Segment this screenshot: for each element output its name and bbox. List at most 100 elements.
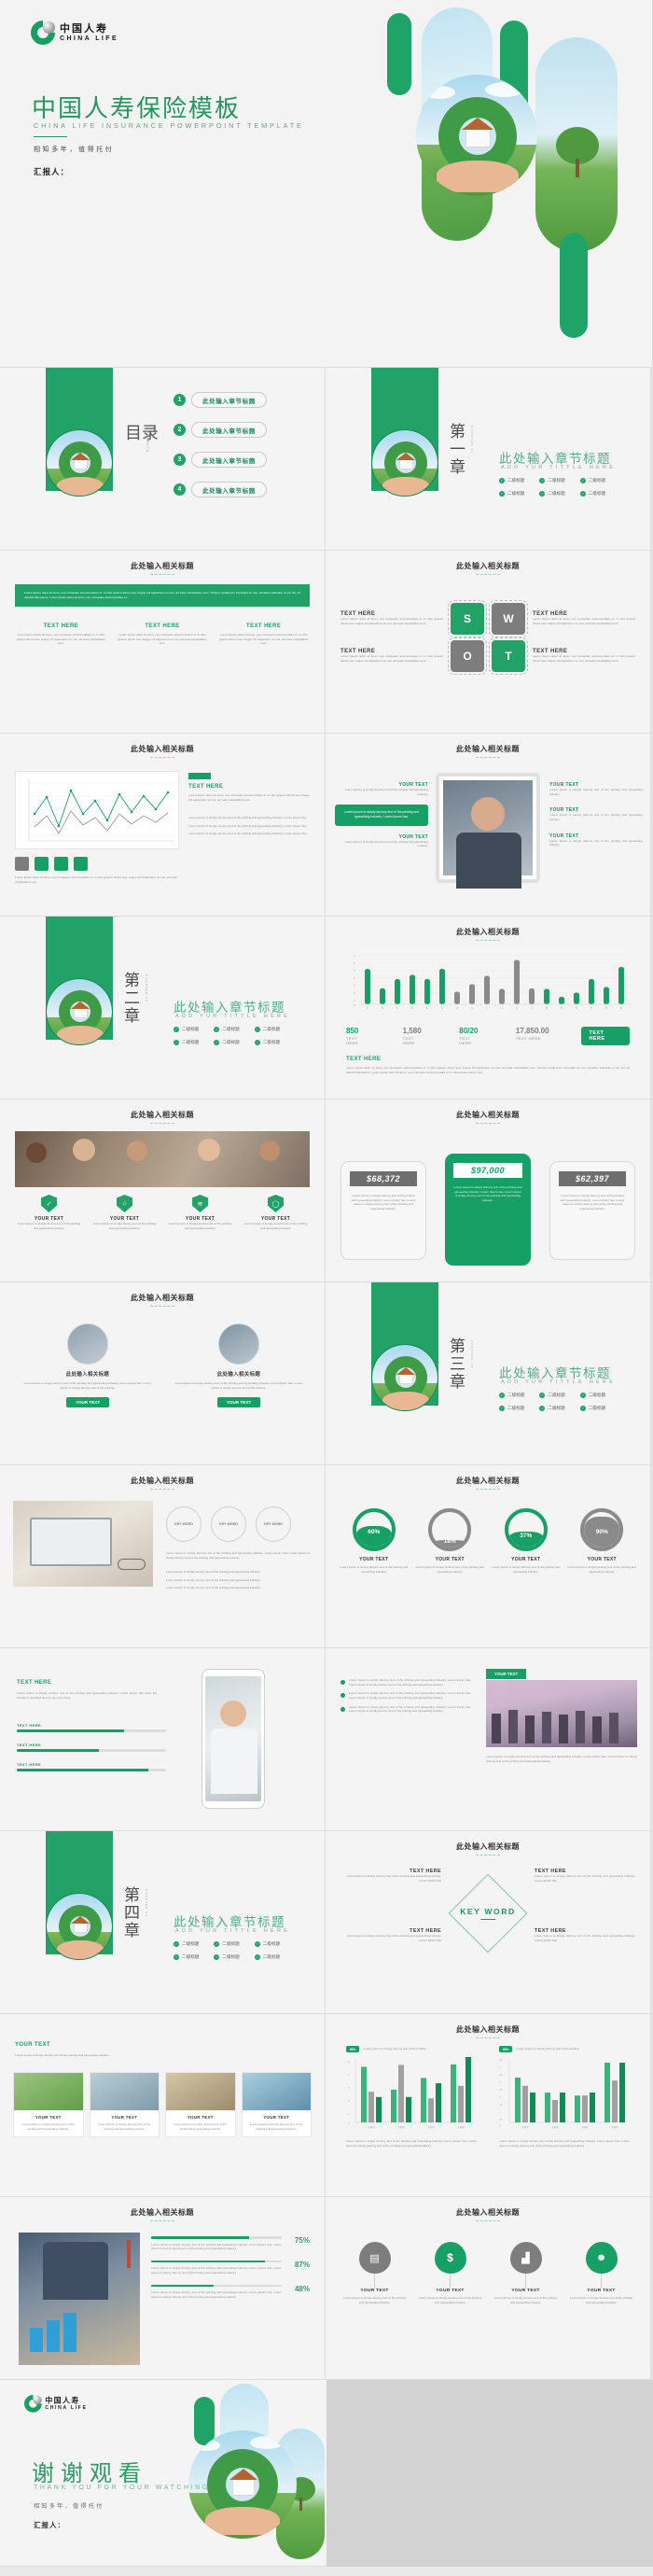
icon-pin-item[interactable]: ▟ YOUR TEXT Lorem Ipsum is simply dummy … xyxy=(492,2242,560,2304)
pricing-card-2-featured[interactable]: $97,000 Lorem Ipsum is simply dummy text… xyxy=(445,1154,531,1266)
percent-item[interactable]: 60% YOUR TEXT Lorem Ipsum is simply dumm… xyxy=(339,1508,410,1574)
circle-card-2[interactable]: 此处输入相关标题 Lorem Ipsum is simply dummy tex… xyxy=(174,1323,304,1408)
slide-cover[interactable]: 中国人寿 CHINA LIFE 中国人寿保险模板 CHINA LIFE INSU… xyxy=(0,0,653,368)
keyword-badge[interactable]: KEY WORD xyxy=(211,1506,246,1542)
chapter-tag[interactable]: ✓ 二级标题 xyxy=(539,478,565,483)
slide-keyword-diamond[interactable]: 此处输入相关标题 KEY WORD TEXT HERE Lorem Ipsum … xyxy=(326,1831,651,2014)
quadrant-top-right[interactable]: TEXT HERE Lorem Ipsum is simply dummy te… xyxy=(535,1869,635,1883)
column-item[interactable]: TEXT HERE Lorem ipsum dolor sit amet, eo… xyxy=(217,623,310,646)
icon-pin-item[interactable]: ☻ YOUR TEXT Lorem Ipsum is simply dummy … xyxy=(567,2242,635,2304)
chapter-tag[interactable]: ✓ 二级标题 xyxy=(579,491,605,497)
slide-chapter-4[interactable]: 第 四 章 CHAPTER 04 此处输入章节标题 ADD YUR TITTLE… xyxy=(0,1831,326,2014)
slide-table-of-contents[interactable]: 目录 CONTENTS 1 此处输入章节标题 2 此处输入章节标题 3 此处输入… xyxy=(0,368,326,551)
keyword-badge[interactable]: KEY WORD xyxy=(166,1506,201,1542)
slide-two-circles[interactable]: 此处输入相关标题 此处输入相关标题 Lorem Ipsum is simply … xyxy=(0,1282,326,1465)
tablet-left-item[interactable]: YOUR TEXT Lorem Ipsum is simply dummy te… xyxy=(335,834,428,848)
chapter-tag[interactable]: ✓ 二级标题 xyxy=(214,1954,240,1960)
swot-box-t[interactable]: T xyxy=(489,637,528,675)
target-icon[interactable] xyxy=(74,857,88,871)
slide-icon-pins[interactable]: 此处输入相关标题 ▤ YOUR TEXT Lorem Ipsum is simp… xyxy=(326,2197,651,2380)
chapter-tag[interactable]: ✓ 二级标题 xyxy=(214,1040,240,1045)
tablet-left-item[interactable]: YOUR TEXT Lorem Ipsum is simply dummy te… xyxy=(335,782,428,796)
globe-icon[interactable] xyxy=(54,857,68,871)
pricing-card-1[interactable]: $68,372 Lorem Ipsum is simply dummy text… xyxy=(340,1161,426,1260)
slide-four-cards[interactable]: YOUR TEXT Lorem Ipsum is simply dummy te… xyxy=(0,2014,326,2197)
toc-item-label[interactable]: 此处输入章节标题 xyxy=(191,452,267,468)
slide-tablet[interactable]: 此处输入相关标题 YOUR TEXT Lorem Ipsum is simply… xyxy=(326,734,651,917)
percent-item[interactable]: 18% YOUR TEXT Lorem Ipsum is simply dumm… xyxy=(415,1508,486,1574)
shield-item[interactable]: ≋ YOUR TEXT Lorem Ipsum is simply dummy … xyxy=(166,1195,234,1230)
slide-chapter-2[interactable]: 第 二 章 CHAPTER 02 此处输入章节标题 ADD YUR TITTLE… xyxy=(0,917,326,1099)
chapter-tag[interactable]: ✓ 二级标题 xyxy=(174,1027,199,1032)
slide-thank-you[interactable]: 中国人寿 CHINA LIFE 谢谢观看 THANK YOU FOR YOUR … xyxy=(0,2380,326,2567)
column-item[interactable]: TEXT HERE Lorem ipsum dolor sit amet, eo… xyxy=(117,623,209,646)
progress-row[interactable]: Lorem Ipsum is simply dummy text of the … xyxy=(151,2284,310,2300)
chapter-tag[interactable]: ✓ 二级标题 xyxy=(214,1941,240,1947)
toc-item-3[interactable]: 3 此处输入章节标题 xyxy=(174,452,267,468)
photo-card[interactable]: YOUR TEXT Lorem Ipsum is simply dummy te… xyxy=(165,2072,236,2138)
chapter-tag[interactable]: ✓ 二级标题 xyxy=(254,1941,280,1947)
slide-phone[interactable]: TEXT HERE Lorem Ipsum is simply dummy te… xyxy=(0,1648,326,1831)
slide-percent-circles[interactable]: 此处输入相关标题 60% YOUR TEXT Lorem Ipsum is si… xyxy=(326,1465,651,1648)
circle-button[interactable]: YOUR TEXT xyxy=(216,1397,261,1408)
chapter-tag[interactable]: ✓ 二级标题 xyxy=(499,491,524,497)
chapter-tag[interactable]: ✓ 二级标题 xyxy=(174,1941,199,1947)
slide-desk-keywords[interactable]: 此处输入相关标题 KEY WORD KEY WORD KEY WORD Lore… xyxy=(0,1465,326,1648)
toc-item-2[interactable]: 2 此处输入章节标题 xyxy=(174,422,267,438)
chapter-tag[interactable]: ✓ 二级标题 xyxy=(174,1954,199,1960)
toc-item-label[interactable]: 此处输入章节标题 xyxy=(191,422,267,438)
swot-box-w[interactable]: W xyxy=(489,600,528,637)
progress-row[interactable]: Lorem Ipsum is simply dummy text of the … xyxy=(151,2260,310,2275)
chapter-tag[interactable]: ✓ 二级标题 xyxy=(254,1954,280,1960)
quadrant-bottom-left[interactable]: TEXT HERE Lorem Ipsum is simply dummy te… xyxy=(340,1928,441,1942)
chapter-tag[interactable]: ✓ 二级标题 xyxy=(539,491,565,497)
chapter-tag[interactable]: ✓ 二级标题 xyxy=(499,1393,524,1398)
slide-progress-bars[interactable]: 此处输入相关标题 Lorem Ipsum is simply dummy tex… xyxy=(0,2197,326,2380)
toc-item-4[interactable]: 4 此处输入章节标题 xyxy=(174,482,267,497)
tablet-right-item[interactable]: YOUR TEXT Lorem Ipsum is simply dummy te… xyxy=(549,833,643,847)
photo-card[interactable]: YOUR TEXT Lorem Ipsum is simply dummy te… xyxy=(89,2072,160,2138)
grid-icon[interactable] xyxy=(15,857,29,871)
chapter-tag[interactable]: ✓ 二级标题 xyxy=(254,1027,280,1032)
swot-box-o[interactable]: O xyxy=(448,637,487,675)
quadrant-bottom-right[interactable]: TEXT HERE Lorem Ipsum is simply dummy te… xyxy=(535,1928,635,1942)
toc-item-1[interactable]: 1 此处输入章节标题 xyxy=(174,392,267,408)
toc-item-label[interactable]: 此处输入章节标题 xyxy=(191,482,267,497)
chapter-tag[interactable]: ✓ 二级标题 xyxy=(499,478,524,483)
photo-card[interactable]: YOUR TEXT Lorem Ipsum is simply dummy te… xyxy=(13,2072,84,2138)
circle-button[interactable]: YOUR TEXT xyxy=(65,1397,110,1408)
keyword-badge[interactable]: KEY WORD xyxy=(256,1506,291,1542)
slide-three-column[interactable]: 此处输入相关标题 Lorem ipsum dolor sit amet, eos… xyxy=(0,551,326,734)
slide-line-chart[interactable]: 此处输入相关标题 TEXT HERE Lorem ipsum dolor sit… xyxy=(0,734,326,917)
chapter-tag[interactable]: ✓ 二级标题 xyxy=(254,1040,280,1045)
tablet-right-item[interactable]: YOUR TEXT Lorem Ipsum is simply dummy te… xyxy=(549,807,643,821)
slide-shield-icons[interactable]: 此处输入相关标题 ✓ YOUR TEXT Lorem Ipsum is simp… xyxy=(0,1099,326,1282)
slide-swot[interactable]: 此处输入相关标题 TEXT HERE Lorem ipsum dolor sit… xyxy=(326,551,651,734)
phone-row[interactable]: TEXT HERE xyxy=(17,1762,166,1771)
circle-card-1[interactable]: 此处输入相关标题 Lorem Ipsum is simply dummy tex… xyxy=(22,1323,153,1408)
shield-item[interactable]: ◯ YOUR TEXT Lorem Ipsum is simply dummy … xyxy=(242,1195,310,1230)
shield-item[interactable]: ✓ YOUR TEXT Lorem Ipsum is simply dummy … xyxy=(15,1195,83,1230)
column-item[interactable]: TEXT HERE Lorem ipsum dolor sit amet, eo… xyxy=(15,623,107,646)
chapter-tag[interactable]: ✓ 二级标题 xyxy=(579,1393,605,1398)
slide-pricing[interactable]: 此处输入相关标题 $68,372 Lorem Ipsum is simply d… xyxy=(326,1099,651,1282)
chapter-tag[interactable]: ✓ 二级标题 xyxy=(499,1406,524,1411)
progress-row[interactable]: Lorem Ipsum is simply dummy text of the … xyxy=(151,2236,310,2251)
icon-pin-item[interactable]: $ YOUR TEXT Lorem Ipsum is simply dummy … xyxy=(416,2242,484,2304)
cta-button[interactable]: TEXT HERE xyxy=(580,1027,630,1045)
chapter-tag[interactable]: ✓ 二级标题 xyxy=(579,478,605,483)
photo-card[interactable]: YOUR TEXT Lorem Ipsum is simply dummy te… xyxy=(241,2072,312,2138)
icon-pin-item[interactable]: ▤ YOUR TEXT Lorem Ipsum is simply dummy … xyxy=(340,2242,409,2304)
phone-row[interactable]: TEXT HERE xyxy=(17,1743,166,1752)
gallery-badge[interactable]: YOUR TEXT xyxy=(486,1669,527,1679)
tablet-right-item[interactable]: YOUR TEXT Lorem Ipsum is simply dummy te… xyxy=(549,782,643,796)
shield-item[interactable]: ⌂ YOUR TEXT Lorem Ipsum is simply dummy … xyxy=(90,1195,159,1230)
chapter-tag[interactable]: ✓ 二级标题 xyxy=(539,1406,565,1411)
quadrant-top-left[interactable]: TEXT HERE Lorem Ipsum is simply dummy te… xyxy=(340,1869,441,1883)
pricing-card-3[interactable]: $62,397 Lorem Ipsum is simply dummy text… xyxy=(549,1161,635,1260)
slide-chapter-3[interactable]: 第 三 章 CHAPTER 03 此处输入章节标题 ADD YUR TITTLE… xyxy=(326,1282,651,1465)
chart-icon[interactable] xyxy=(35,857,49,871)
chapter-tag[interactable]: ✓ 二级标题 xyxy=(214,1027,240,1032)
toc-item-label[interactable]: 此处输入章节标题 xyxy=(191,392,267,408)
slide-grouped-bar-charts[interactable]: 此处输入相关标题 80% Lorem Ipsum is simply dummy… xyxy=(326,2014,651,2197)
